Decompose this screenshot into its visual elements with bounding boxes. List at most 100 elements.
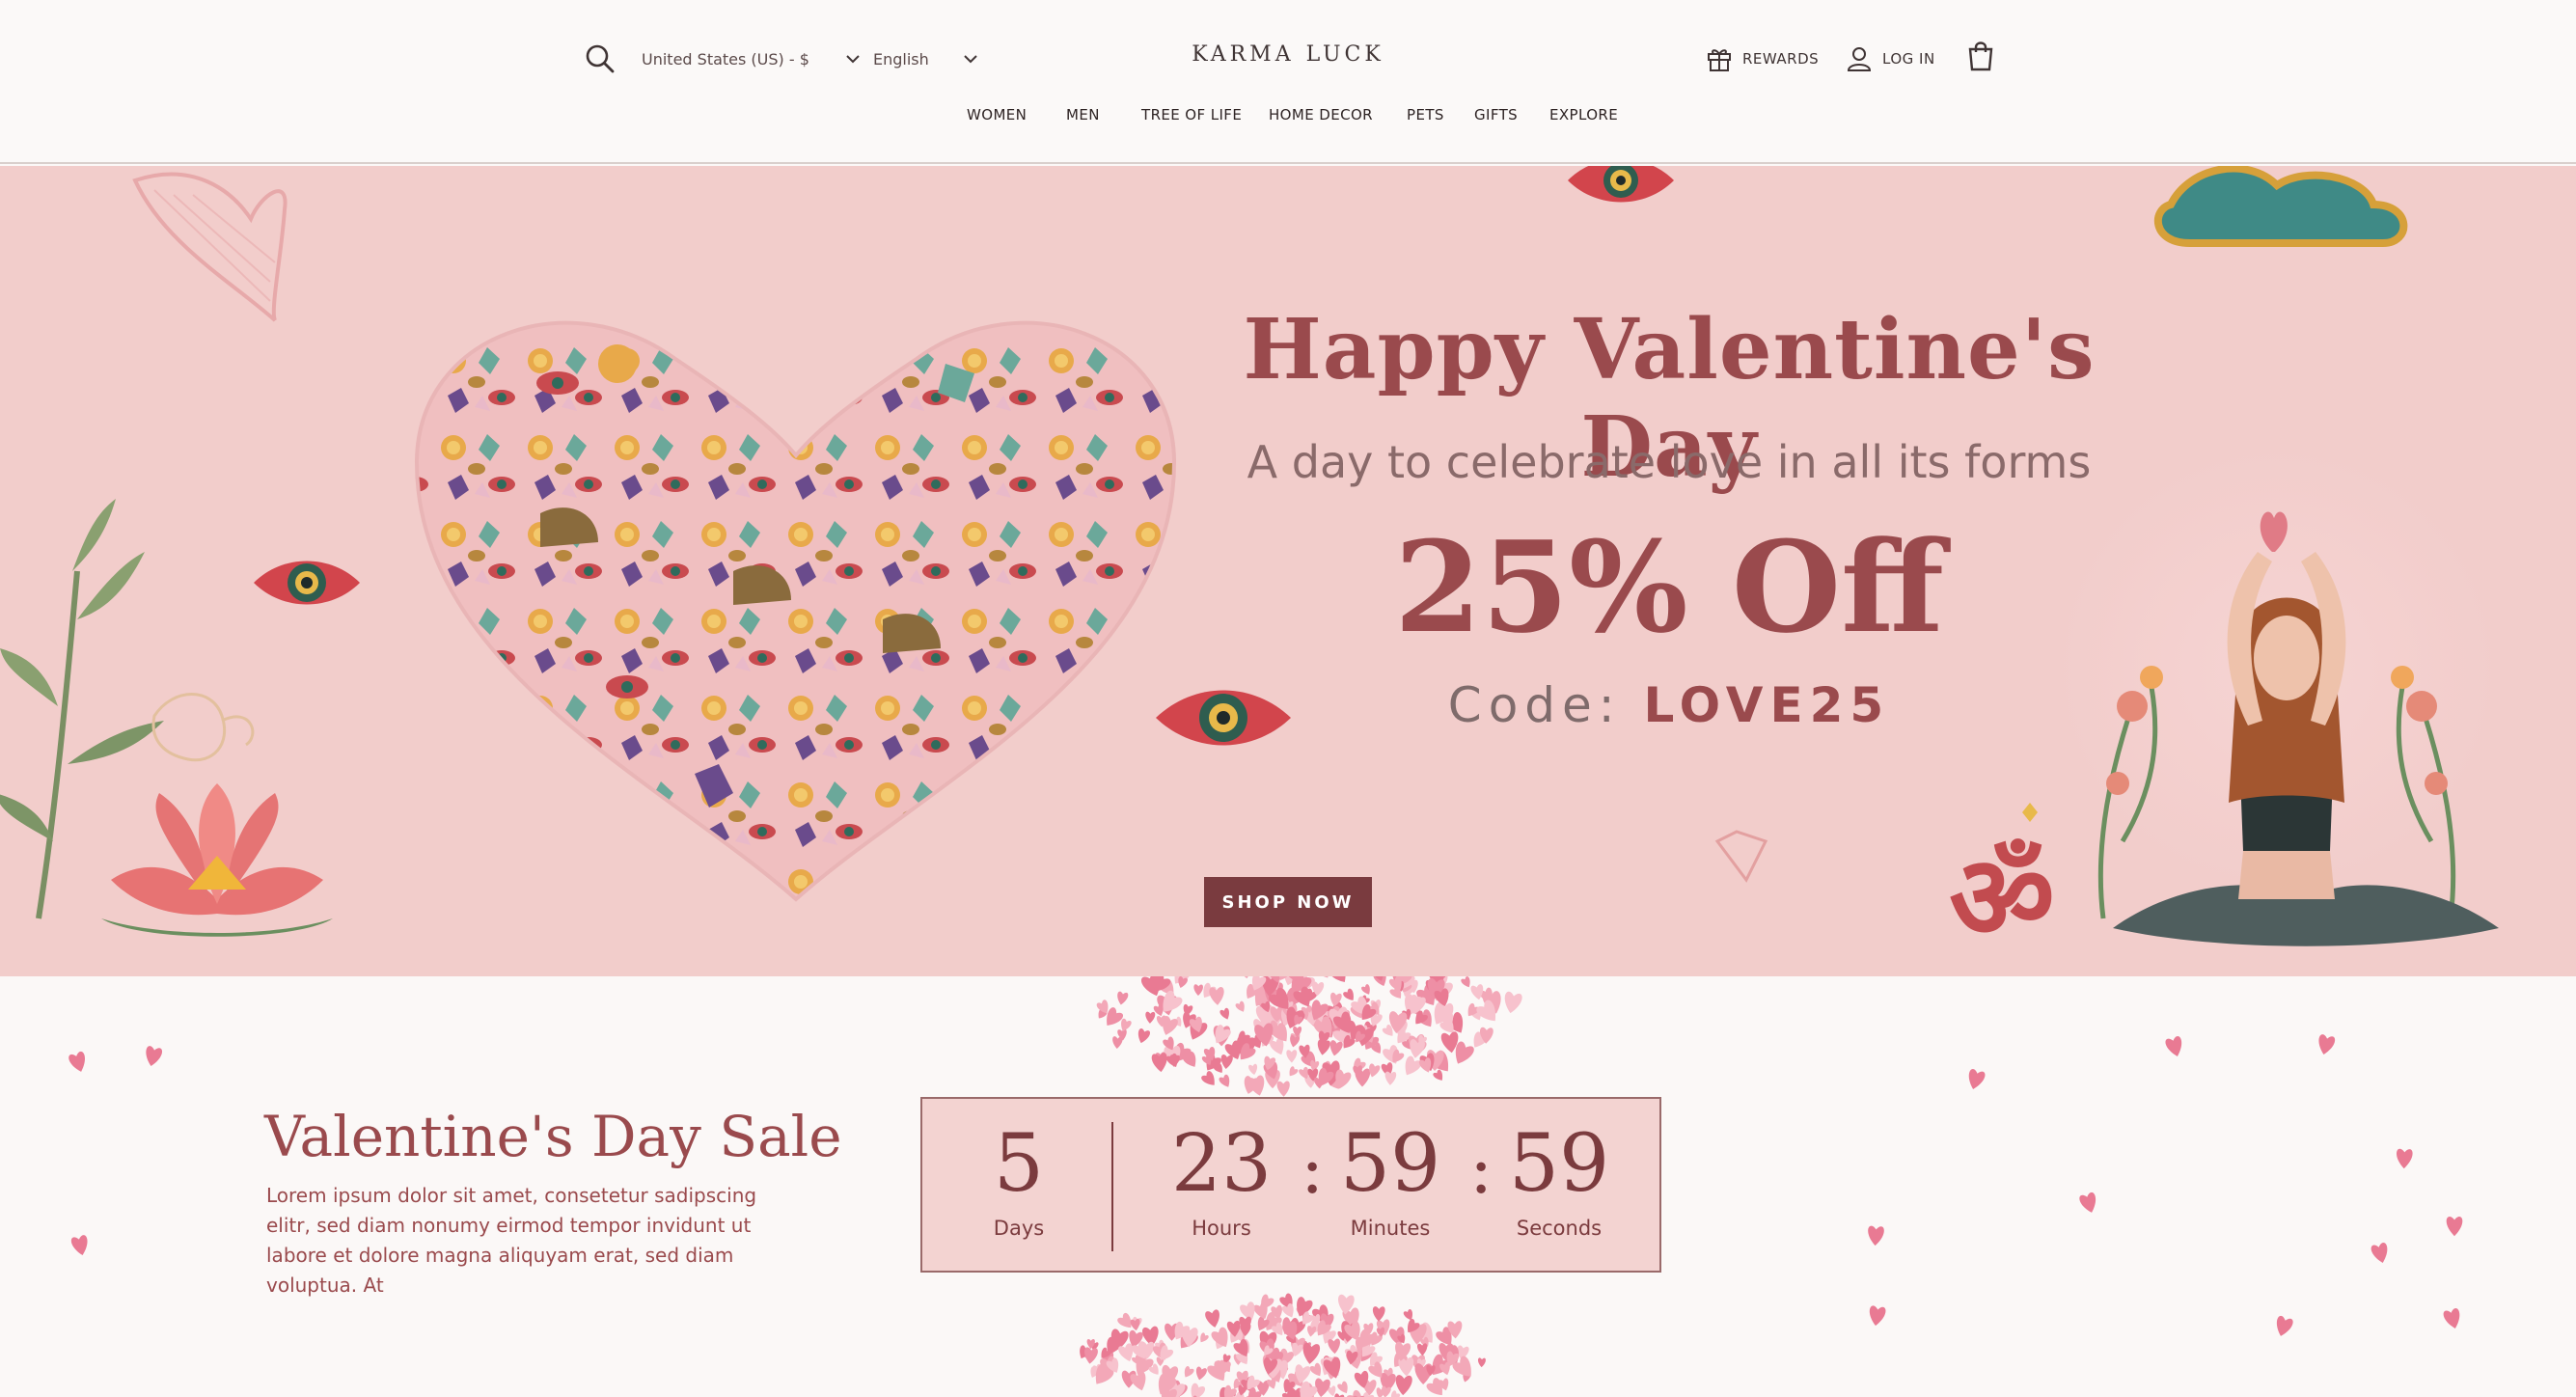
nav-item-tree-of-life[interactable]: TREE OF LIFE	[1141, 106, 1242, 123]
nav-item-women[interactable]: WOMEN	[967, 106, 1027, 123]
heart-decoration	[2397, 1148, 2413, 1169]
nav-item-explore[interactable]: EXPLORE	[1549, 106, 1618, 123]
sale-description: Lorem ipsum dolor sit amet, consetetur s…	[266, 1184, 757, 1297]
language-select[interactable]: English	[873, 44, 979, 73]
heart-decoration	[1372, 1306, 1385, 1322]
login-label: LOG IN	[1882, 50, 1935, 68]
countdown-hours-label: Hours	[1192, 1217, 1251, 1240]
gift-icon	[1708, 49, 1731, 71]
countdown-separator: :	[1301, 1128, 1325, 1209]
heart-decoration	[1314, 976, 1329, 978]
logo-text-left: KARMA	[1192, 41, 1295, 67]
heart-decoration	[2443, 1308, 2460, 1329]
heart-decoration	[69, 1052, 85, 1072]
heart-decoration	[1205, 1309, 1219, 1328]
heart-decoration	[1395, 1375, 1412, 1396]
heart-decoration	[1219, 1007, 1229, 1020]
heart-decoration	[1868, 1225, 1884, 1246]
heart-decoration	[1130, 1318, 1140, 1331]
nav-item-home-decor[interactable]: HOME DECOR	[1269, 106, 1373, 123]
countdown-seconds-label: Seconds	[1516, 1217, 1603, 1240]
heart-decoration	[2318, 1034, 2336, 1055]
site-header: United States (US) - $ English KARMA LUC…	[0, 0, 2576, 164]
chevron-down-icon	[964, 55, 977, 64]
svg-text:ॐ: ॐ	[1949, 830, 2054, 966]
heart-decoration	[1193, 984, 1203, 997]
heart-decoration	[1361, 984, 1370, 995]
heart-decoration	[1240, 976, 1251, 979]
heart-decoration	[1195, 1366, 1207, 1381]
promo-code: Code: LOVE25	[1216, 677, 2123, 733]
heart-decoration	[1307, 1326, 1317, 1337]
heart-decoration	[1145, 1011, 1156, 1024]
heart-decoration	[1191, 1383, 1206, 1397]
heart-decoration	[1187, 976, 1202, 979]
heart-decoration	[2079, 1192, 2096, 1213]
hero-banner[interactable]: ॐ Happy Valentine's Day A day to celebra…	[0, 166, 2576, 976]
promo-code-value: LOVE25	[1643, 677, 1891, 733]
heart-decoration	[1343, 988, 1354, 1000]
chevron-down-icon	[846, 55, 860, 64]
nav-item-pets[interactable]: PETS	[1407, 106, 1444, 123]
heart-decoration	[1329, 1040, 1343, 1056]
countdown-timer: 5 Days 23 Hours : 59 Minutes : 59 Second…	[920, 1097, 1661, 1273]
heart-decoration	[146, 1046, 163, 1067]
heart-decoration	[1286, 1050, 1298, 1063]
heart-decoration	[1219, 1074, 1230, 1087]
logo-text-right: LUCK	[1305, 41, 1384, 67]
countdown-hours: 23 Hours	[1164, 1118, 1279, 1240]
main-nav: WOMEN MEN TREE OF LIFE HOME DECOR PETS G…	[0, 106, 2576, 135]
heart-decoration	[2370, 1243, 2388, 1263]
heart-decoration	[1869, 1305, 1886, 1327]
heart-decoration	[1117, 991, 1129, 1005]
heart-decoration	[1276, 1081, 1290, 1097]
heart-decoration	[1235, 1000, 1245, 1012]
countdown-divider	[1111, 1122, 1113, 1251]
countdown-hours-value: 23	[1170, 1118, 1273, 1210]
heart-decoration	[1968, 1069, 1986, 1089]
brand-logo[interactable]: KARMA LUCK	[1192, 25, 1381, 83]
heart-decoration	[1334, 1393, 1345, 1397]
shop-now-button[interactable]: SHOP NOW	[1204, 877, 1372, 927]
heart-decoration	[2446, 1216, 2463, 1237]
countdown-days-value: 5	[993, 1118, 1045, 1210]
heart-decoration	[1084, 1347, 1098, 1364]
language-select-value: English	[873, 49, 929, 68]
rewards-label: REWARDS	[1742, 50, 1820, 68]
countdown-seconds: 59 Seconds	[1501, 1118, 1617, 1240]
heart-decoration	[1247, 1075, 1265, 1096]
heart-decoration	[1504, 991, 1522, 1014]
heart-decoration	[1302, 1342, 1321, 1364]
heart-decoration	[1355, 1068, 1371, 1087]
user-icon	[1847, 47, 1872, 71]
shopping-bag-icon[interactable]	[1966, 41, 1995, 71]
heart-decoration	[1209, 986, 1224, 1005]
countdown-days: 5 Days	[961, 1118, 1077, 1240]
search-icon[interactable]	[584, 42, 617, 75]
heart-decoration	[1289, 1066, 1299, 1077]
heart-decoration	[1417, 1343, 1428, 1356]
heart-decoration	[1478, 1357, 1486, 1368]
countdown-minutes-value: 59	[1339, 1118, 1441, 1210]
heart-decoration	[1200, 1332, 1209, 1343]
countdown-days-label: Days	[993, 1217, 1045, 1240]
heart-decoration	[1405, 1055, 1422, 1076]
login-link[interactable]: LOG IN	[1846, 42, 1935, 75]
countdown-separator: :	[1469, 1128, 1494, 1209]
valentines-sale-section: Valentine's Day Sale Lorem ipsum dolor s…	[0, 976, 2576, 1397]
sale-title: Valentine's Day Sale	[264, 1104, 842, 1169]
heart-decoration	[1184, 1365, 1194, 1378]
heart-decoration	[70, 1235, 88, 1256]
heart-decoration	[1329, 976, 1346, 982]
nav-item-gifts[interactable]: GIFTS	[1474, 106, 1518, 123]
currency-select[interactable]: United States (US) - $	[642, 44, 862, 73]
rewards-link[interactable]: REWARDS	[1706, 42, 1819, 75]
heart-decoration	[1201, 1071, 1215, 1085]
countdown-minutes: 59 Minutes	[1332, 1118, 1448, 1240]
heart-decoration	[1290, 1035, 1301, 1048]
heart-decoration	[1151, 1053, 1167, 1073]
heart-decoration	[1137, 1028, 1151, 1044]
heart-decoration	[1337, 1381, 1348, 1394]
currency-select-value: United States (US) - $	[642, 49, 809, 68]
nav-item-men[interactable]: MEN	[1066, 106, 1100, 123]
